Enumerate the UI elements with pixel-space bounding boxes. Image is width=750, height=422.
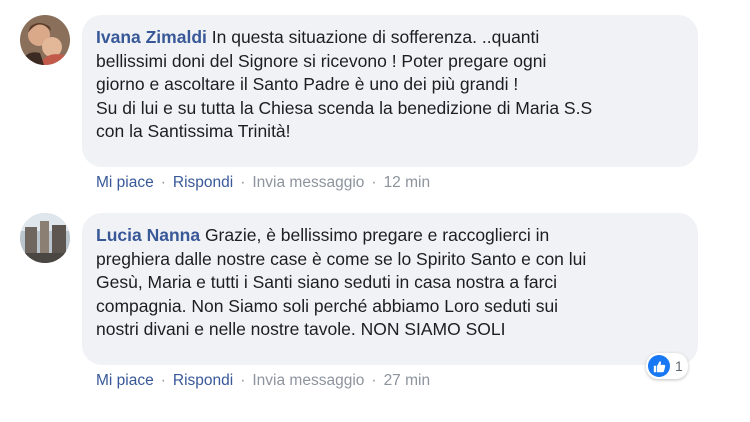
reaction-count: 1 [675,358,683,374]
comment-bubble: Ivana Zimaldi In questa situazione di so… [82,15,698,167]
separator: · [240,174,246,191]
send-message-link[interactable]: Invia messaggio [252,174,364,192]
avatar-photo [20,15,70,65]
comment-author[interactable]: Lucia Nanna [96,225,200,245]
separator: · [160,174,166,191]
send-message-link[interactable]: Invia messaggio [252,372,364,390]
separator: · [371,174,377,191]
comment-actions: Mi piace · Rispondi · Invia messaggio · … [96,372,430,390]
like-link[interactable]: Mi piace [96,174,154,192]
separator: · [371,372,377,389]
thumbs-up-icon [648,355,670,377]
comment-author[interactable]: Ivana Zimaldi [96,27,207,47]
comment-timestamp[interactable]: 27 min [384,372,431,390]
separator: · [160,372,166,389]
separator: · [240,372,246,389]
reactions-badge[interactable]: 1 [646,353,688,379]
comment-actions: Mi piace · Rispondi · Invia messaggio · … [96,174,430,192]
avatar-photo [20,213,70,263]
reply-link[interactable]: Rispondi [173,372,233,390]
avatar[interactable] [20,15,70,65]
like-link[interactable]: Mi piace [96,372,154,390]
comment-bubble: Lucia Nanna Grazie, è bellissimo pregare… [82,213,698,365]
avatar[interactable] [20,213,70,263]
comment-timestamp[interactable]: 12 min [384,174,431,192]
reply-link[interactable]: Rispondi [173,174,233,192]
